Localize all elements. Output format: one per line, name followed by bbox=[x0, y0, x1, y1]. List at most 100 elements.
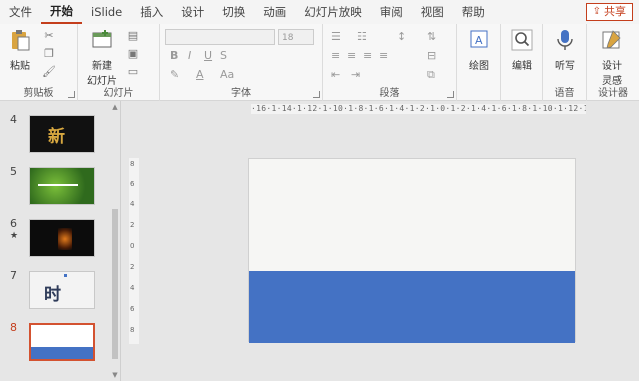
change-case-button[interactable]: Aa bbox=[220, 68, 234, 81]
paste-label: 粘贴 bbox=[10, 61, 30, 72]
menu-insert[interactable]: 插入 bbox=[131, 0, 172, 24]
clipboard-group-label: 剪贴板 bbox=[23, 88, 54, 99]
increase-indent-icon[interactable]: ⇥ bbox=[351, 68, 360, 81]
paragraph-group-label: 段落 bbox=[379, 88, 400, 99]
menu-design[interactable]: 设计 bbox=[172, 0, 213, 24]
dictate-button[interactable]: 听写 bbox=[551, 28, 579, 72]
scroll-thumb[interactable] bbox=[112, 209, 118, 359]
font-color-icon[interactable]: A bbox=[196, 68, 204, 81]
paragraph-group: ☰ ☷ ↕ ⇅ ≡ ≡ ≡ ≡ ⊟ ⇤ ⇥ ⧉ 段落 bbox=[323, 24, 457, 101]
slide-number: 5 bbox=[10, 165, 17, 178]
justify-icon[interactable]: ≡ bbox=[379, 49, 388, 62]
v-tick: 4 bbox=[130, 284, 135, 292]
section-icon[interactable]: ▭ bbox=[126, 66, 140, 78]
v-tick: 2 bbox=[130, 263, 135, 271]
dictate-label: 听写 bbox=[555, 61, 575, 72]
new-slide-icon bbox=[92, 30, 112, 48]
font-size-dropdown[interactable]: 18 bbox=[278, 29, 314, 45]
menu-islide[interactable]: iSlide bbox=[82, 0, 131, 24]
slide-thumbnail-8[interactable] bbox=[29, 323, 95, 361]
scroll-down-icon[interactable]: ▼ bbox=[111, 371, 119, 379]
menu-home[interactable]: 开始 bbox=[41, 0, 82, 24]
paragraph-launcher-icon[interactable] bbox=[447, 91, 454, 98]
drawing-group: A 绘图 bbox=[457, 24, 501, 101]
align-left-icon[interactable]: ≡ bbox=[331, 49, 340, 62]
bullets-icon[interactable]: ☰ bbox=[331, 30, 341, 43]
slide-thumbnail-6[interactable] bbox=[29, 219, 95, 257]
slide-canvas[interactable] bbox=[248, 158, 576, 343]
share-button[interactable]: ⇪ 共享 bbox=[585, 3, 633, 21]
format-painter-icon[interactable]: 🖌 bbox=[42, 66, 56, 78]
layout-icon[interactable]: ▤ bbox=[126, 30, 140, 42]
align-text-icon[interactable]: ⊟ bbox=[427, 49, 436, 62]
blue-rectangle-shape[interactable] bbox=[249, 271, 575, 343]
thumb-text-line bbox=[38, 184, 78, 186]
line-spacing-icon[interactable]: ↕ bbox=[397, 30, 406, 43]
editing-button[interactable]: 编辑 bbox=[508, 28, 536, 72]
voice-group: 听写 语音 bbox=[543, 24, 587, 101]
slide-number: 8 bbox=[10, 321, 17, 334]
strikethrough-button[interactable]: S bbox=[220, 49, 227, 62]
decrease-indent-icon[interactable]: ⇤ bbox=[331, 68, 340, 81]
slides-group-label: 幻灯片 bbox=[103, 88, 134, 99]
v-tick: 8 bbox=[130, 160, 135, 168]
thumb-text: 新 bbox=[48, 127, 65, 147]
slide-number: 6 bbox=[10, 217, 17, 230]
new-slide-button[interactable]: 新建 幻灯片 bbox=[82, 28, 122, 87]
drawing-label: 绘图 bbox=[469, 61, 489, 72]
v-tick: 8 bbox=[130, 326, 135, 334]
clipboard-launcher-icon[interactable] bbox=[68, 91, 75, 98]
ribbon: 粘贴 ✂ ❐ 🖌 剪贴板 新建 幻灯片 ▤ ▣ ▭ 幻灯片 18 B I U S… bbox=[0, 24, 639, 101]
v-tick: 4 bbox=[130, 200, 135, 208]
underline-button[interactable]: U bbox=[204, 49, 212, 62]
designer-group: 设计 灵感 设计器 bbox=[587, 24, 639, 101]
menu-review[interactable]: 审阅 bbox=[371, 0, 412, 24]
svg-text:A: A bbox=[475, 34, 483, 47]
slides-group: 新建 幻灯片 ▤ ▣ ▭ 幻灯片 bbox=[78, 24, 160, 101]
align-center-icon[interactable]: ≡ bbox=[347, 49, 356, 62]
cut-icon[interactable]: ✂ bbox=[42, 30, 56, 42]
menu-animations[interactable]: 动画 bbox=[254, 0, 295, 24]
font-group-label: 字体 bbox=[231, 88, 251, 99]
smartart-icon[interactable]: ⧉ bbox=[427, 68, 435, 82]
drawing-button[interactable]: A 绘图 bbox=[465, 28, 493, 72]
design-ideas-label-1: 设计 bbox=[602, 61, 622, 72]
voice-group-label: 语音 bbox=[554, 88, 575, 99]
text-direction-icon[interactable]: ⇅ bbox=[427, 30, 436, 43]
slide-thumbnail-pane: 4 新 5 6 ★ 7 时 8 bbox=[0, 101, 121, 381]
italic-button[interactable]: I bbox=[188, 49, 191, 62]
thumbnail-scrollbar[interactable]: ▲ ▼ bbox=[110, 101, 120, 381]
editing-label: 编辑 bbox=[512, 61, 532, 72]
highlight-icon[interactable]: ✎ bbox=[170, 68, 179, 81]
animation-star-icon: ★ bbox=[10, 231, 19, 241]
menu-slideshow[interactable]: 幻灯片放映 bbox=[295, 0, 371, 24]
slide-thumbnail-5[interactable] bbox=[29, 167, 95, 205]
v-tick: 0 bbox=[130, 242, 135, 250]
microphone-icon bbox=[557, 30, 573, 50]
thumb-text: 时 bbox=[44, 285, 61, 305]
powerpoint-window: 文件 开始 iSlide 插入 设计 切换 动画 幻灯片放映 审阅 视图 帮助 … bbox=[0, 0, 639, 381]
align-right-icon[interactable]: ≡ bbox=[363, 49, 372, 62]
copy-icon[interactable]: ❐ bbox=[42, 48, 56, 60]
scroll-up-icon[interactable]: ▲ bbox=[111, 103, 119, 111]
font-name-dropdown[interactable] bbox=[165, 29, 275, 45]
slide-thumbnail-7[interactable]: 时 bbox=[29, 271, 95, 309]
bold-button[interactable]: B bbox=[170, 49, 178, 62]
menu-transitions[interactable]: 切换 bbox=[213, 0, 254, 24]
font-group: 18 B I U S ✎ A Aa 字体 bbox=[160, 24, 323, 101]
menu-view[interactable]: 视图 bbox=[412, 0, 453, 24]
paste-button[interactable]: 粘贴 bbox=[6, 28, 34, 72]
clipboard-group: 粘贴 ✂ ❐ 🖌 剪贴板 bbox=[0, 24, 78, 101]
menu-help[interactable]: 帮助 bbox=[453, 0, 494, 24]
numbering-icon[interactable]: ☷ bbox=[357, 30, 367, 43]
editing-group: 编辑 bbox=[501, 24, 543, 101]
design-ideas-button[interactable]: 设计 灵感 bbox=[597, 28, 627, 87]
fire-image bbox=[58, 228, 72, 250]
font-launcher-icon[interactable] bbox=[313, 91, 320, 98]
reset-icon[interactable]: ▣ bbox=[126, 48, 140, 60]
v-tick: 2 bbox=[130, 221, 135, 229]
slide-number: 4 bbox=[10, 113, 17, 126]
slide-thumbnail-4[interactable]: 新 bbox=[29, 115, 95, 153]
menu-file[interactable]: 文件 bbox=[0, 0, 41, 24]
shapes-icon: A bbox=[470, 30, 488, 48]
